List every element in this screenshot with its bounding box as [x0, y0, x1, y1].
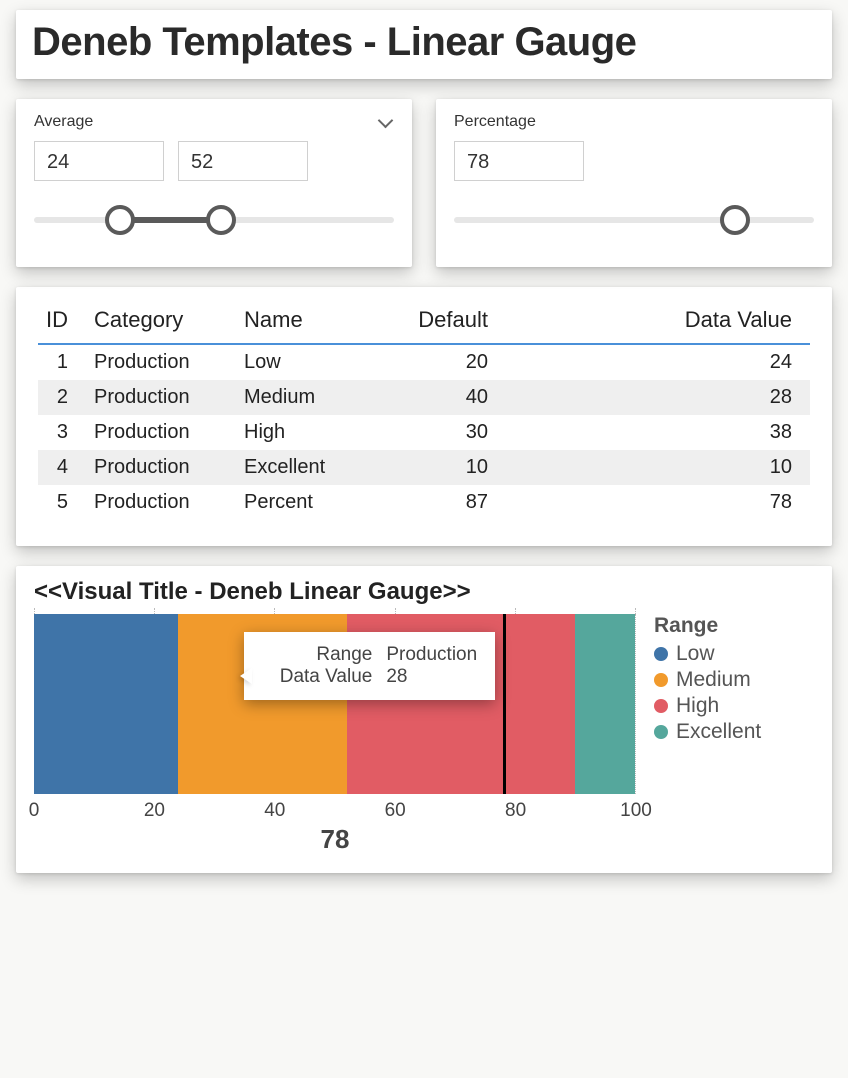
- slicer-row: Average 24 52 Percentage 78: [16, 99, 832, 287]
- col-id[interactable]: ID: [38, 301, 86, 344]
- gauge-tick: [635, 608, 636, 794]
- gauge-plot: RangeProductionData Value28 020406080100…: [34, 614, 636, 855]
- cell-default: 30: [386, 415, 506, 450]
- table-row[interactable]: 4ProductionExcellent1010: [38, 450, 810, 485]
- axis-tick-label: 40: [264, 800, 285, 822]
- cell-default: 87: [386, 485, 506, 520]
- average-low-input[interactable]: 24: [34, 141, 164, 181]
- legend-title: Range: [654, 614, 814, 638]
- axis-tick-label: 20: [144, 800, 165, 822]
- axis-tick-label: 0: [29, 800, 40, 822]
- gauge-tooltip: Range Production Data Value 28: [244, 632, 495, 700]
- data-table: ID Category Name Default Data Value 1Pro…: [38, 301, 810, 520]
- legend-item[interactable]: Medium: [654, 668, 814, 692]
- cell-datavalue: 24: [506, 344, 810, 380]
- cell-category: Production: [86, 450, 236, 485]
- legend-label: Medium: [676, 668, 751, 692]
- cell-id: 4: [38, 450, 86, 485]
- legend-item[interactable]: Excellent: [654, 720, 814, 744]
- legend-swatch: [654, 725, 668, 739]
- cell-default: 10: [386, 450, 506, 485]
- cell-category: Production: [86, 415, 236, 450]
- cell-category: Production: [86, 485, 236, 520]
- legend-swatch: [654, 699, 668, 713]
- legend-swatch: [654, 673, 668, 687]
- cell-id: 2: [38, 380, 86, 415]
- legend-label: Excellent: [676, 720, 761, 744]
- average-slicer: Average 24 52: [16, 99, 412, 267]
- gauge-segment-excellent[interactable]: [575, 614, 635, 794]
- page-title: Deneb Templates - Linear Gauge: [32, 20, 816, 65]
- col-name[interactable]: Name: [236, 301, 386, 344]
- percentage-label: Percentage: [454, 113, 536, 131]
- legend-label: High: [676, 694, 719, 718]
- cell-category: Production: [86, 380, 236, 415]
- gauge-axis: 020406080100: [34, 800, 636, 824]
- col-datavalue[interactable]: Data Value: [506, 301, 810, 344]
- percentage-input[interactable]: 78: [454, 141, 584, 181]
- chevron-down-icon[interactable]: [376, 113, 394, 131]
- cell-id: 5: [38, 485, 86, 520]
- cell-name: Medium: [236, 380, 386, 415]
- gauge-legend: Range LowMediumHighExcellent: [654, 614, 814, 855]
- cell-default: 20: [386, 344, 506, 380]
- average-label: Average: [34, 113, 93, 131]
- cell-datavalue: 78: [506, 485, 810, 520]
- tooltip-range-label: Range: [262, 644, 372, 666]
- legend-swatch: [654, 647, 668, 661]
- percentage-slider[interactable]: [454, 199, 814, 239]
- cell-id: 3: [38, 415, 86, 450]
- axis-tick-label: 100: [620, 800, 652, 822]
- cell-name: Low: [236, 344, 386, 380]
- data-table-card: ID Category Name Default Data Value 1Pro…: [16, 287, 832, 546]
- table-header-row: ID Category Name Default Data Value: [38, 301, 810, 344]
- tooltip-range-value: Production: [386, 644, 477, 666]
- slider-handle[interactable]: [720, 205, 750, 235]
- cell-id: 1: [38, 344, 86, 380]
- legend-label: Low: [676, 642, 715, 666]
- table-row[interactable]: 2ProductionMedium4028: [38, 380, 810, 415]
- gauge-bar-area: Range Production Data Value 28: [34, 614, 636, 794]
- cell-datavalue: 28: [506, 380, 810, 415]
- cell-name: Excellent: [236, 450, 386, 485]
- col-default[interactable]: Default: [386, 301, 506, 344]
- gauge-title: <<Visual Title - Deneb Linear Gauge>>: [34, 578, 814, 606]
- cell-datavalue: 38: [506, 415, 810, 450]
- col-category[interactable]: Category: [86, 301, 236, 344]
- cell-name: High: [236, 415, 386, 450]
- legend-item[interactable]: Low: [654, 642, 814, 666]
- gauge-value-label: 78: [34, 824, 636, 855]
- slider-handle-high[interactable]: [206, 205, 236, 235]
- table-row[interactable]: 1ProductionLow2024: [38, 344, 810, 380]
- cell-default: 40: [386, 380, 506, 415]
- table-row[interactable]: 5ProductionPercent8778: [38, 485, 810, 520]
- tooltip-dv-value: 28: [386, 666, 407, 688]
- percentage-slicer: Percentage 78: [436, 99, 832, 267]
- slider-handle-low[interactable]: [105, 205, 135, 235]
- gauge-card: <<Visual Title - Deneb Linear Gauge>> Ra…: [16, 566, 832, 873]
- axis-tick-label: 60: [385, 800, 406, 822]
- gauge-segment-low[interactable]: [34, 614, 178, 794]
- average-slider[interactable]: [34, 199, 394, 239]
- slider-rail: [454, 217, 814, 223]
- cell-datavalue: 10: [506, 450, 810, 485]
- cell-category: Production: [86, 344, 236, 380]
- table-body: 1ProductionLow20242ProductionMedium40283…: [38, 344, 810, 520]
- average-high-input[interactable]: 52: [178, 141, 308, 181]
- cell-name: Percent: [236, 485, 386, 520]
- title-card: Deneb Templates - Linear Gauge: [16, 10, 832, 79]
- axis-tick-label: 80: [505, 800, 526, 822]
- tooltip-dv-label: Data Value: [262, 666, 372, 688]
- table-row[interactable]: 3ProductionHigh3038: [38, 415, 810, 450]
- legend-item[interactable]: High: [654, 694, 814, 718]
- gauge-marker: [503, 614, 506, 794]
